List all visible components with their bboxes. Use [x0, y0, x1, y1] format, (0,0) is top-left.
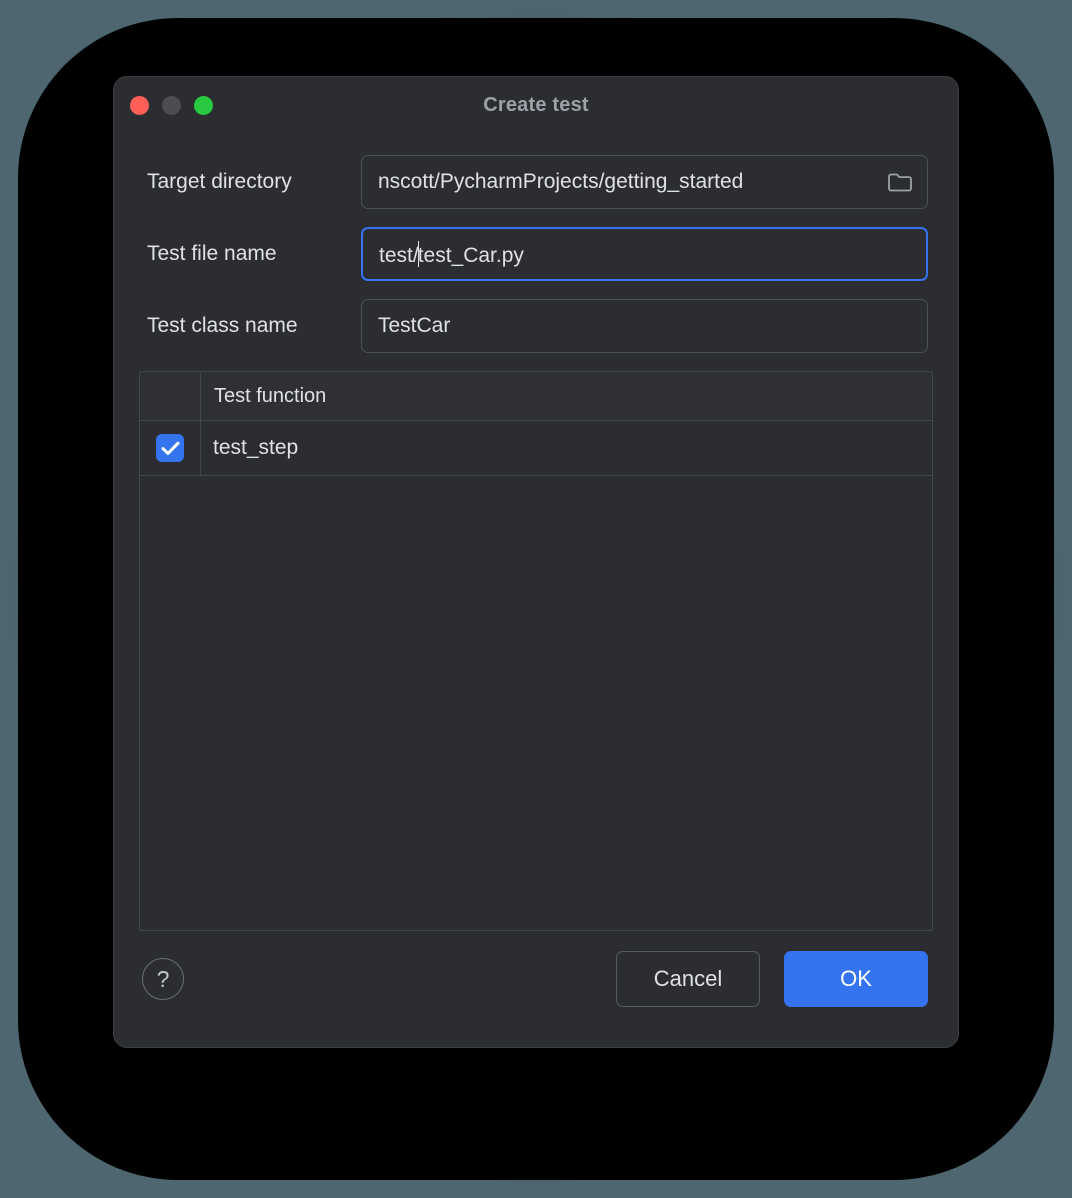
create-test-dialog: Create test Target directory nscott/Pych…: [113, 76, 959, 1048]
target-directory-row: Target directory nscott/PycharmProjects/…: [139, 155, 928, 209]
test-file-name-value-after-caret: test_Car.py: [417, 243, 524, 267]
test-file-name-input[interactable]: test/test_Car.py: [361, 227, 928, 281]
test-step-checkbox[interactable]: [156, 434, 184, 462]
test-file-name-value-before-caret: test/: [379, 243, 419, 267]
window-titlebar[interactable]: Create test: [114, 77, 958, 133]
minimize-button[interactable]: [162, 95, 181, 115]
target-directory-input[interactable]: nscott/PycharmProjects/getting_started: [361, 155, 928, 209]
test-file-name-value: test/test_Car.py: [379, 240, 912, 268]
test-class-name-row: Test class name TestCar: [139, 299, 928, 353]
window-title: Create test: [483, 93, 589, 116]
close-button[interactable]: [130, 95, 149, 115]
table-header-checkbox-column: [140, 372, 201, 420]
table-row-checkbox-cell[interactable]: [140, 421, 201, 475]
cancel-button[interactable]: Cancel: [616, 951, 760, 1007]
table-row[interactable]: test_step: [140, 421, 932, 476]
maximize-button[interactable]: [194, 95, 213, 115]
form-area: Target directory nscott/PycharmProjects/…: [114, 133, 958, 353]
table-header-test-function: Test function: [214, 384, 327, 407]
table-row-test-function-name: test_step: [213, 436, 299, 459]
test-file-name-row: Test file name test/test_Car.py: [139, 227, 928, 281]
target-directory-label: Target directory: [147, 170, 292, 193]
test-function-table: Test function test_step: [139, 371, 933, 931]
traffic-light-group: [130, 77, 213, 133]
folder-icon[interactable]: [887, 171, 913, 193]
test-class-name-label: Test class name: [147, 314, 298, 337]
dialog-footer: ? Cancel OK: [114, 931, 958, 1027]
table-header-row: Test function: [140, 372, 932, 421]
test-class-name-input[interactable]: TestCar: [361, 299, 928, 353]
test-class-name-value: TestCar: [378, 314, 451, 337]
target-directory-value: nscott/PycharmProjects/getting_started: [378, 170, 744, 193]
ok-button[interactable]: OK: [784, 951, 928, 1007]
test-file-name-label: Test file name: [147, 242, 277, 265]
help-icon[interactable]: ?: [142, 958, 184, 1000]
